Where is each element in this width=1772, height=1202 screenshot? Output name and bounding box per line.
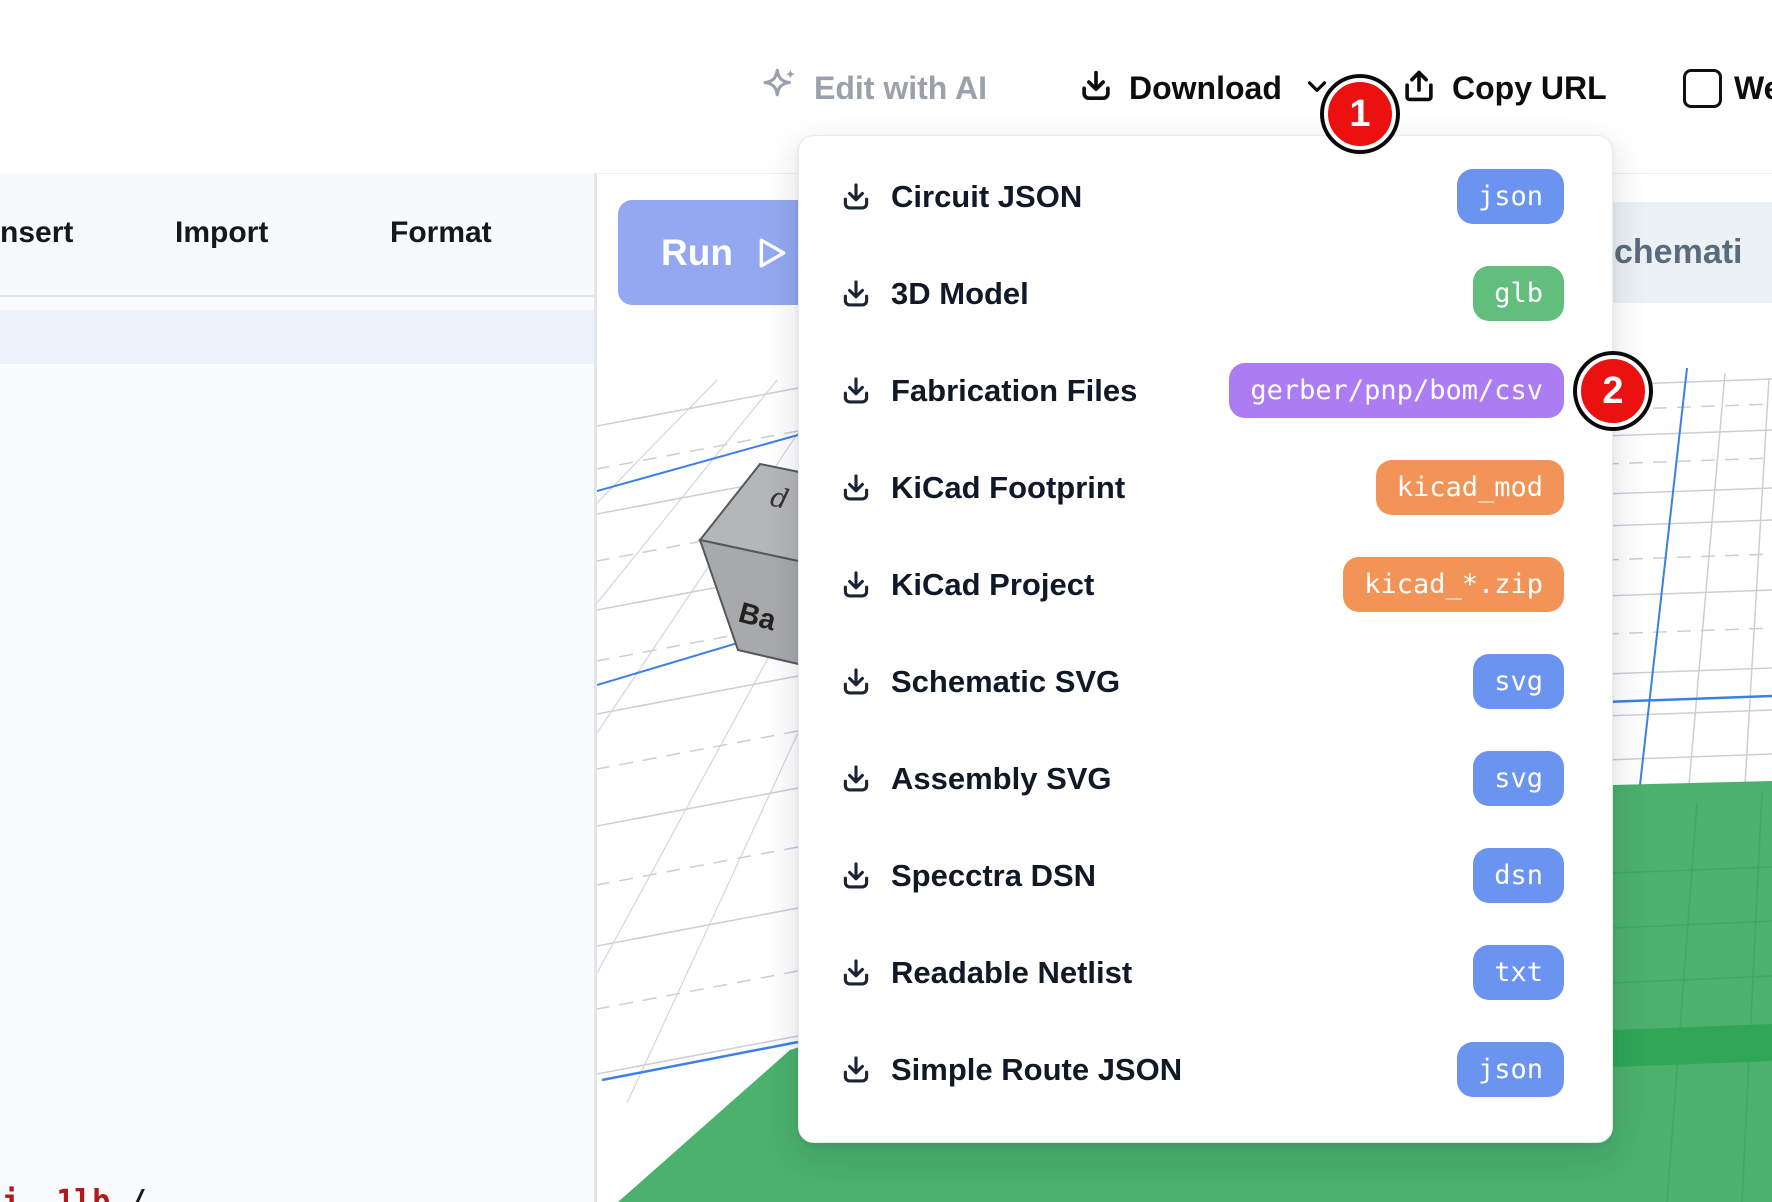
download-menu-item[interactable]: Circuit JSON json	[839, 148, 1564, 245]
tab-schematic[interactable]: chemati	[1600, 202, 1772, 303]
download-menu-item-label: Assembly SVG	[891, 761, 1112, 797]
app-window: Edit with AI Download Copy URL	[0, 0, 1772, 1202]
callout-badge-2: 2	[1577, 355, 1649, 427]
file-format-badge: dsn	[1473, 848, 1564, 903]
play-icon	[757, 237, 787, 269]
download-menu-item-label: Fabrication Files	[891, 373, 1137, 409]
download-menu-item[interactable]: Simple Route JSON json	[839, 1021, 1564, 1118]
share-upload-icon	[1400, 67, 1438, 110]
file-format-badge: kicad_mod	[1376, 460, 1564, 515]
download-menu-item-label: Specctra DSN	[891, 858, 1096, 894]
panel-divider[interactable]	[594, 173, 597, 1202]
menubar-item-import[interactable]: Import	[175, 173, 268, 293]
download-menu-item-label: Schematic SVG	[891, 664, 1120, 700]
file-format-badge: glb	[1473, 266, 1564, 321]
download-icon	[839, 471, 873, 505]
copy-url-label: Copy URL	[1452, 70, 1607, 107]
download-icon	[839, 956, 873, 990]
file-format-badge: svg	[1473, 751, 1564, 806]
tab-schematic-label: chemati	[1600, 233, 1743, 272]
callout-badge-1: 1	[1324, 78, 1396, 150]
download-icon	[839, 277, 873, 311]
pcb-edge-band	[1613, 1024, 1772, 1067]
download-menu-item[interactable]: Specctra DSN dsn	[839, 827, 1564, 924]
download-menu: Circuit JSON json 3D Model glb Fabrication F…	[798, 135, 1613, 1143]
download-menu-item-label: Readable Netlist	[891, 955, 1132, 991]
download-menu-item-label: KiCad Footprint	[891, 470, 1125, 506]
webview-checkbox[interactable]	[1683, 69, 1722, 108]
download-icon	[839, 568, 873, 602]
menubar-item-insert[interactable]: nsert	[0, 173, 73, 293]
download-icon	[839, 859, 873, 893]
menubar-item-format[interactable]: Format	[390, 173, 492, 293]
webview-label: We	[1734, 70, 1772, 107]
editor-active-line-highlight	[0, 310, 594, 364]
download-menu-item[interactable]: Readable Netlist txt	[839, 924, 1564, 1021]
edit-with-ai-button[interactable]: Edit with AI	[758, 66, 987, 110]
download-menu-item-label: Simple Route JSON	[891, 1052, 1182, 1088]
edit-with-ai-label: Edit with AI	[814, 70, 987, 107]
download-menu-item[interactable]: Assembly SVG svg	[839, 730, 1564, 827]
file-format-badge: gerber/pnp/bom/csv	[1229, 363, 1564, 418]
download-menu-item-label: KiCad Project	[891, 567, 1094, 603]
file-format-badge: json	[1457, 169, 1564, 224]
download-menu-item[interactable]: Schematic SVG svg	[839, 633, 1564, 730]
download-menu-item[interactable]: 3D Model glb	[839, 245, 1564, 342]
editor-code-fragment: i 1lb /	[2, 1184, 147, 1202]
download-label: Download	[1129, 70, 1282, 107]
webview-toggle: We	[1683, 66, 1772, 110]
file-format-badge: kicad_*.zip	[1343, 557, 1564, 612]
download-menu-item-label: 3D Model	[891, 276, 1029, 312]
download-menu-item[interactable]: KiCad Project kicad_*.zip	[839, 536, 1564, 633]
download-icon	[839, 1053, 873, 1087]
download-icon	[839, 665, 873, 699]
editor-menubar: nsert Import Format	[0, 173, 594, 297]
download-menu-item-label: Circuit JSON	[891, 179, 1082, 215]
run-button-label: Run	[661, 232, 733, 274]
file-format-badge: json	[1457, 1042, 1564, 1097]
download-menu-item[interactable]: KiCad Footprint kicad_mod	[839, 439, 1564, 536]
download-menu-item[interactable]: Fabrication Files gerber/pnp/bom/csv	[839, 342, 1564, 439]
sparkle-icon	[758, 65, 800, 112]
copy-url-button[interactable]: Copy URL	[1400, 66, 1607, 110]
code-editor-panel[interactable]: i 1lb /	[0, 297, 594, 1202]
file-format-badge: svg	[1473, 654, 1564, 709]
download-icon	[839, 762, 873, 796]
file-format-badge: txt	[1473, 945, 1564, 1000]
download-icon	[839, 180, 873, 214]
download-button[interactable]: Download	[1077, 66, 1332, 110]
download-icon	[1077, 67, 1115, 110]
download-icon	[839, 374, 873, 408]
